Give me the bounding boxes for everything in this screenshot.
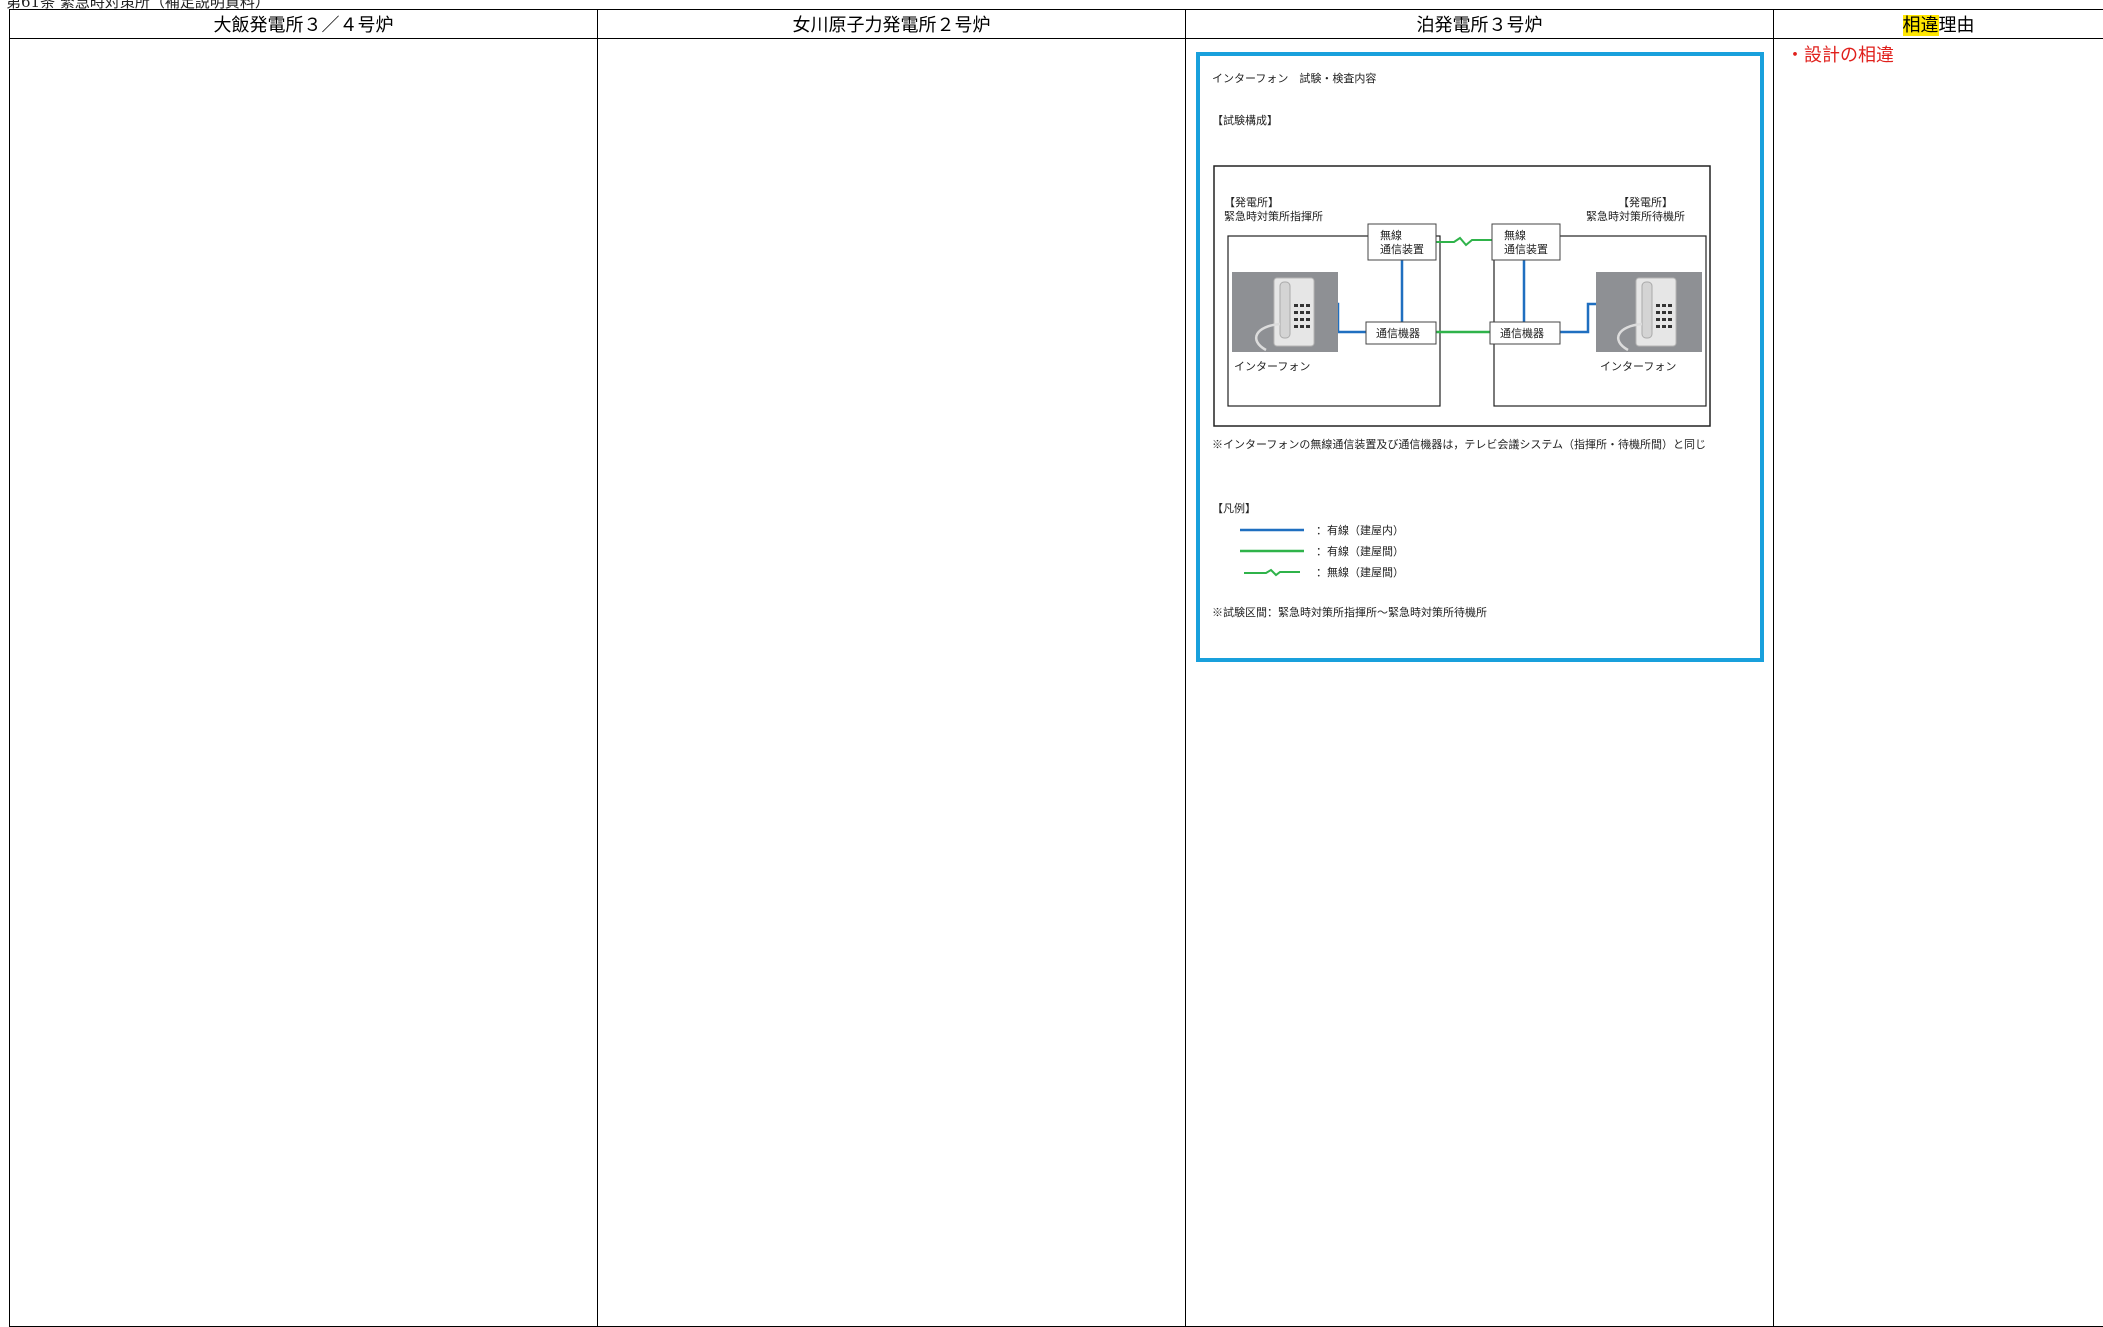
comm-device-right-label: 通信機器 <box>1500 326 1544 340</box>
legend-wireless-swatch <box>1244 568 1300 577</box>
legend-wireless-between: ：無線（建屋間） <box>1240 564 1404 580</box>
header-row: 大飯発電所３／４号炉 女川原子力発電所２号炉 泊発電所３号炉 相違理由 <box>9 9 2103 39</box>
right-site-label: 【発電所】 <box>1618 195 1673 209</box>
figure-title: インターフォン 試験・検査内容 <box>1212 72 1377 85</box>
legend-title: 【凡例】 <box>1212 502 1256 515</box>
reason-header-highlight: 相違 <box>1902 15 1939 36</box>
right-place-label: 緊急時対策所待機所 <box>1586 209 1685 223</box>
legend-wireless-between-label: ：無線（建屋間） <box>1316 566 1404 579</box>
cell-onagawa <box>597 38 1186 1327</box>
legend-wired-between-label: ：有線（建屋間） <box>1316 545 1404 558</box>
left-site-label: 【発電所】 <box>1224 195 1279 209</box>
intercom-phone-left-icon <box>1232 272 1338 352</box>
figure-subtitle: 【試験構成】 <box>1212 114 1278 127</box>
legend-wired-between-swatch <box>1240 549 1304 553</box>
wireless-device-right-line1: 無線 <box>1504 228 1526 242</box>
test-configuration-diagram: 【発電所】 緊急時対策所指揮所 【発電所】 緊急時対策所待機所 無線 通信装置 … <box>1213 165 1711 427</box>
figure-note: ※インターフォンの無線通信装置及び通信機器は，テレビ会議システム（指揮所・待機所… <box>1212 438 1707 451</box>
column-header-onagawa: 女川原子力発電所２号炉 <box>597 9 1186 39</box>
left-place-label: 緊急時対策所指揮所 <box>1224 209 1323 223</box>
cell-reason: ・設計の相違 <box>1773 38 2103 1327</box>
legend-wired-indoor: ：有線（建屋内） <box>1240 522 1404 538</box>
comparison-table: 大飯発電所３／４号炉 女川原子力発電所２号炉 泊発電所３号炉 相違理由 ・設計の… <box>9 9 2103 1327</box>
intercom-test-figure: インターフォン 試験・検査内容 【試験構成】 【発電所】 緊急時対策所指揮所 【… <box>1196 52 1764 662</box>
legend-wired-indoor-swatch <box>1240 528 1304 532</box>
reason-header-rest: 理由 <box>1938 15 1975 36</box>
wireless-device-right-line2: 通信装置 <box>1504 243 1548 256</box>
legend-wired-indoor-label: ：有線（建屋内） <box>1316 524 1404 537</box>
phone-right-label: インターフォン <box>1600 360 1676 373</box>
wireless-device-left-line2: 通信装置 <box>1380 243 1424 256</box>
wire-phone-to-comm-right <box>1560 302 1596 334</box>
cell-ohi <box>9 38 598 1327</box>
phone-left-label: インターフォン <box>1234 360 1310 373</box>
wireless-link <box>1434 236 1492 247</box>
test-range-note: ※試験区間：緊急時対策所指揮所〜緊急時対策所待機所 <box>1212 606 1487 619</box>
comm-device-left-label: 通信機器 <box>1376 326 1420 340</box>
body-row: ・設計の相違 <box>9 38 2103 1327</box>
column-header-reason: 相違理由 <box>1773 9 2103 39</box>
wireless-device-left-line1: 無線 <box>1380 228 1402 242</box>
reason-item: ・設計の相違 <box>1786 45 1894 66</box>
legend-wired-between: ：有線（建屋間） <box>1240 543 1404 559</box>
column-header-tomari: 泊発電所３号炉 <box>1185 9 1774 39</box>
intercom-phone-right-icon <box>1596 272 1702 352</box>
column-header-ohi: 大飯発電所３／４号炉 <box>9 9 598 39</box>
